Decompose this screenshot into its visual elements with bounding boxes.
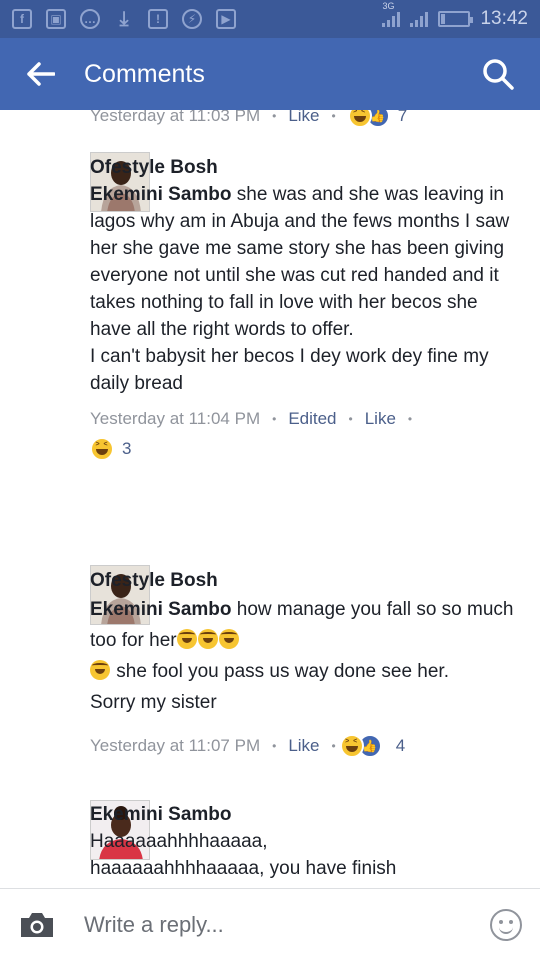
haha-reaction-icon bbox=[347, 110, 372, 128]
back-button[interactable] bbox=[24, 57, 58, 91]
status-bar: f ▣ … ⤓ ! ⚡ ▶ 3G 13:42 bbox=[0, 0, 540, 38]
comment: Ofestyle Bosh Ekemini Sambo she was and … bbox=[90, 155, 520, 461]
comment-time: Yesterday at 11:04 PM bbox=[90, 409, 261, 428]
page-title: Comments bbox=[84, 59, 205, 88]
signal-icon-2 bbox=[410, 11, 429, 27]
comment-text: Ekemini Sambo how manage you fall so so … bbox=[90, 599, 514, 713]
mention-link[interactable]: Ekemini Sambo bbox=[90, 184, 232, 205]
reaction-count: 3 bbox=[122, 439, 132, 458]
edited-link[interactable]: Edited bbox=[288, 409, 336, 429]
like-link[interactable]: Like bbox=[365, 409, 396, 429]
comment-author[interactable]: Ofestyle Bosh bbox=[90, 568, 520, 594]
comment-text: Haaaaaahhhhaaaaa, haaaaaahhhhaaaaa, you … bbox=[90, 831, 397, 879]
youtube-icon: ▶ bbox=[216, 9, 236, 29]
comment: Ofestyle Bosh Ekemini Sambo how manage y… bbox=[90, 568, 520, 758]
haha-reaction-icon bbox=[339, 734, 364, 758]
laughing-emoji-icon bbox=[218, 629, 239, 649]
like-link[interactable]: Like bbox=[288, 110, 319, 126]
laughing-emoji-icon bbox=[176, 629, 197, 649]
gallery-icon: ▣ bbox=[46, 9, 66, 29]
comment: Ekemini Sambo Haaaaaahhhhaaaaa, haaaaaah… bbox=[90, 802, 520, 882]
mention-link[interactable]: Ekemini Sambo bbox=[90, 599, 232, 620]
comments-list: Yesterday at 11:03 PM • Like • 👍 7 Ofest… bbox=[0, 110, 540, 888]
camera-button[interactable] bbox=[18, 910, 56, 940]
reply-bar bbox=[0, 888, 540, 960]
back-arrow-icon bbox=[27, 62, 55, 86]
comment-author[interactable]: Ekemini Sambo bbox=[90, 802, 520, 828]
reaction-icons[interactable]: 👍 bbox=[347, 110, 390, 128]
network-type: 3G bbox=[382, 1, 395, 11]
like-link[interactable]: Like bbox=[288, 736, 319, 756]
comment-meta: Yesterday at 11:07 PM • Like • 👍 4 bbox=[90, 734, 520, 758]
comment-meta-partial: Yesterday at 11:03 PM • Like • 👍 7 bbox=[90, 110, 520, 128]
comment-meta: Yesterday at 11:04 PM • Edited • Like • bbox=[90, 409, 413, 429]
facebook-icon: f bbox=[12, 9, 32, 29]
signal-icon: 3G bbox=[382, 1, 401, 27]
download-icon: ⤓ bbox=[119, 7, 129, 30]
reaction-summary[interactable]: 3 bbox=[90, 437, 520, 461]
haha-reaction-icon bbox=[90, 437, 114, 461]
reply-input[interactable] bbox=[84, 911, 490, 938]
clock: 13:42 bbox=[480, 8, 528, 29]
messenger-icon: ⚡ bbox=[182, 9, 202, 29]
battery-icon bbox=[438, 11, 474, 27]
comment-text: Ekemini Sambo she was and she was leavin… bbox=[90, 184, 510, 394]
app-bar: Comments bbox=[0, 38, 540, 110]
search-icon bbox=[483, 59, 514, 90]
reaction-count[interactable]: 4 bbox=[396, 736, 405, 756]
search-button[interactable] bbox=[480, 56, 516, 92]
alert-icon: ! bbox=[148, 9, 168, 29]
system-indicators: 3G 13:42 bbox=[382, 1, 528, 30]
laughing-emoji-icon bbox=[197, 629, 218, 649]
laughing-emoji-icon bbox=[90, 660, 110, 680]
comment-time: Yesterday at 11:07 PM bbox=[90, 736, 261, 755]
comment-author[interactable]: Ofestyle Bosh bbox=[90, 155, 520, 181]
comment-time: Yesterday at 11:03 PM bbox=[90, 110, 261, 125]
notification-icons: f ▣ … ⤓ ! ⚡ ▶ bbox=[12, 7, 236, 30]
comment-meta: Yesterday at 11:03 PM • Like • 👍 7 bbox=[90, 110, 520, 128]
reaction-icons[interactable]: 👍 bbox=[339, 734, 382, 758]
chat-icon: … bbox=[80, 9, 100, 29]
reaction-count[interactable]: 7 bbox=[398, 110, 407, 126]
camera-icon bbox=[21, 912, 53, 937]
emoji-smile-icon[interactable] bbox=[490, 908, 522, 941]
